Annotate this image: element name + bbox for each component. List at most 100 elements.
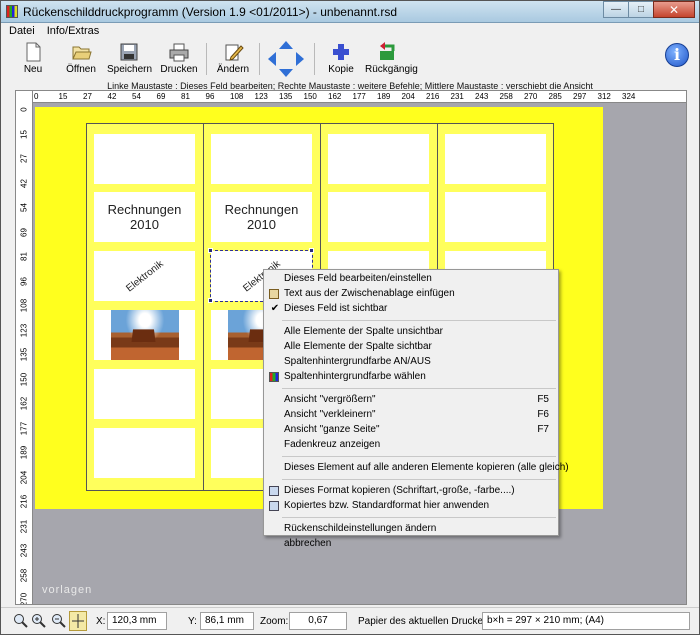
ruler-top-tick: 123 [254, 92, 268, 101]
context-menu-item-label: Dieses Feld bearbeiten/einstellen [284, 273, 432, 284]
ruler-left-tick: 243 [19, 543, 29, 558]
context-menu-item-label: Dieses Format kopieren (Schriftart,-groß… [284, 485, 515, 496]
watermark: vorlagen [42, 584, 93, 596]
resize-handle[interactable] [208, 248, 213, 253]
ruler-top-tick: 189 [377, 92, 391, 101]
new-document-icon [22, 42, 44, 62]
ruler-left-tick: 258 [19, 568, 29, 582]
resize-handle[interactable] [208, 298, 213, 303]
context-menu-item[interactable]: Kopiertes bzw. Standardformat hier anwen… [265, 499, 557, 513]
printer-paper-field: b×h = 297 × 210 mm; (A4) [482, 612, 690, 630]
context-menu-item[interactable]: Dieses Format kopieren (Schriftart,-groß… [265, 484, 557, 498]
ruler-left-tick: 54 [19, 203, 29, 212]
ruler-left-tick: 216 [19, 494, 29, 509]
ruler-left-tick: 96 [19, 276, 29, 286]
context-menu-item-label: Dieses Element auf alle anderen Elemente… [284, 462, 569, 473]
label-cell[interactable] [94, 134, 195, 184]
plus-icon [330, 42, 352, 62]
context-menu-item-label: Alle Elemente der Spalte sichtbar [284, 341, 432, 352]
print-button[interactable]: Drucken [159, 42, 199, 78]
context-menu-item[interactable]: Dieses Feld ist sichtbar ✔ [265, 302, 557, 316]
ruler-top-tick: 231 [450, 92, 464, 101]
label-cell[interactable] [328, 134, 429, 184]
zoom-field: 0,67 [289, 612, 347, 630]
label-cell[interactable] [328, 192, 429, 242]
context-menu-separator [282, 517, 556, 518]
window-title: Rückenschilddruckprogramm (Version 1.9 <… [23, 5, 397, 19]
ruler-top-tick: 204 [401, 92, 415, 101]
open-folder-icon [70, 42, 92, 62]
toolbar: Neu Öffnen Speichern Drucken Ändern Kopi… [1, 39, 699, 81]
checkmark-icon: ✔ [270, 303, 280, 314]
ruler-top-tick: 15 [58, 92, 68, 101]
label-cell[interactable] [94, 428, 195, 478]
new-button[interactable]: Neu [17, 42, 49, 78]
y-coordinate-field: 86,1 mm [200, 612, 254, 630]
ruler-top-tick: 297 [573, 92, 587, 101]
close-button[interactable]: ✕ [653, 1, 695, 18]
context-menu-item[interactable]: abbrechen [265, 537, 557, 551]
zoom-out-icon[interactable] [51, 613, 67, 629]
context-menu-item[interactable]: Spaltenhintergrundfarbe wählen [265, 370, 557, 384]
ruler-left-tick: 270 [19, 592, 29, 605]
context-menu-item[interactable]: Spaltenhintergrundfarbe AN/AUS [265, 355, 557, 369]
context-menu-item-label: Rückenschildeinstellungen ändern [284, 523, 437, 534]
x-coordinate-field: 120,3 mm [107, 612, 167, 630]
context-menu-item[interactable]: Ansicht "vergrößern" F5 [265, 393, 557, 407]
move-arrows-button[interactable] [267, 40, 305, 78]
menu-info-extras[interactable]: Info/Extras [47, 23, 100, 39]
ruler-top-tick: 258 [499, 92, 513, 101]
save-button[interactable]: Speichern [107, 42, 152, 78]
context-menu-item[interactable]: Rückenschildeinstellungen ändern [265, 522, 557, 536]
label-cell[interactable] [445, 192, 546, 242]
copy-button[interactable]: Kopie [323, 42, 359, 78]
context-menu-item-label: Kopiertes bzw. Standardformat hier anwen… [284, 500, 490, 511]
context-menu-item[interactable]: Ansicht "ganze Seite" F7 [265, 423, 557, 437]
info-button[interactable]: i [665, 43, 691, 73]
ruler-top-tick: 324 [622, 92, 636, 101]
undo-icon [376, 42, 398, 62]
label-cell[interactable] [94, 369, 195, 419]
label-cell[interactable]: Rechnungen 2010 [211, 192, 312, 242]
app-window: Rückenschilddruckprogramm (Version 1.9 <… [0, 0, 700, 635]
ruler-left-tick: 42 [19, 178, 29, 188]
context-menu-separator [282, 388, 556, 389]
label-cell[interactable] [211, 134, 312, 184]
context-menu-item[interactable]: Fadenkreuz anzeigen [265, 438, 557, 452]
undo-button[interactable]: Rückgängig [365, 42, 418, 78]
ruler-top-tick: 270 [524, 92, 538, 101]
ruler-left-tick: 177 [19, 421, 29, 435]
crosshair-toggle-icon[interactable] [69, 611, 87, 631]
title-bar: Rückenschilddruckprogramm (Version 1.9 <… [1, 1, 699, 23]
context-menu-item[interactable]: Dieses Element auf alle anderen Elemente… [265, 461, 569, 475]
context-menu-item[interactable]: Ansicht "verkleinern" F6 [265, 408, 557, 422]
ruler-top-tick: 150 [303, 92, 317, 101]
cell-text: Rechnungen 2010 [107, 202, 182, 232]
context-menu-item[interactable]: Alle Elemente der Spalte sichtbar [265, 340, 557, 354]
label-cell[interactable]: Elektronik [94, 251, 195, 301]
resize-handle[interactable] [309, 248, 314, 253]
open-button[interactable]: Öffnen [63, 42, 99, 78]
info-icon: i [665, 43, 689, 67]
spine-column-1: Rechnungen 2010 Elektronik [87, 124, 204, 490]
label-cell[interactable] [445, 134, 546, 184]
status-bar: X: 120,3 mm Y: 86,1 mm Zoom: 0,67 Papier… [1, 607, 699, 634]
minimize-button[interactable]: — [603, 1, 629, 18]
menu-datei[interactable]: Datei [9, 23, 35, 39]
edit-pencil-icon [222, 42, 244, 62]
ruler-top-tick: 69 [156, 92, 166, 101]
context-menu-item[interactable]: Text aus der Zwischenablage einfügen [265, 287, 557, 301]
maximize-button[interactable]: □ [628, 1, 654, 18]
label-cell[interactable]: Rechnungen 2010 [94, 192, 195, 242]
context-menu-item[interactable]: Alle Elemente der Spalte unsichtbar [265, 325, 557, 339]
ruler-top-tick: 81 [181, 92, 190, 101]
zoom-in-icon[interactable] [31, 613, 47, 629]
shortcut-key: F6 [537, 409, 549, 420]
ruler-top-tick: 285 [548, 92, 562, 101]
label-cell[interactable] [94, 310, 195, 360]
zoom-fit-icon[interactable] [13, 613, 29, 629]
printer-icon [168, 42, 190, 62]
edit-button[interactable]: Ändern [214, 42, 252, 78]
context-menu-item-label: Text aus der Zwischenablage einfügen [284, 288, 455, 299]
context-menu-item[interactable]: Dieses Feld bearbeiten/einstellen [265, 272, 557, 286]
